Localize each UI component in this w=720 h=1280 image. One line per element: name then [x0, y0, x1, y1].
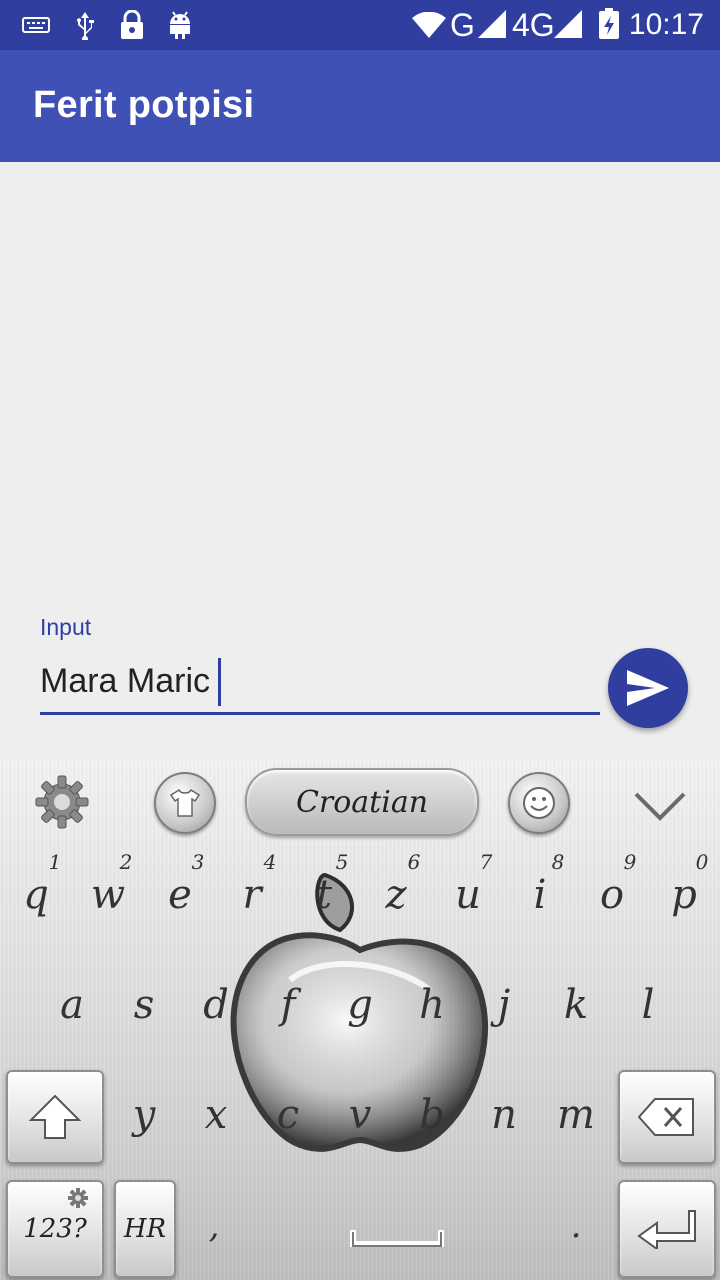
key-s[interactable]: s: [108, 982, 180, 1028]
key-g[interactable]: g: [324, 982, 396, 1028]
wifi-icon: [412, 12, 446, 38]
key-f[interactable]: f: [252, 982, 324, 1028]
hide-keyboard-chevron-icon[interactable]: [632, 790, 688, 824]
key-q[interactable]: q: [0, 872, 72, 918]
text-caret: [218, 658, 221, 706]
battery-charging-icon: [599, 8, 619, 39]
android-icon: [170, 11, 190, 39]
key-v[interactable]: v: [324, 1092, 396, 1138]
send-button[interactable]: [608, 648, 688, 728]
key-hint-number: 7: [479, 850, 493, 874]
settings-small-gear-icon: [68, 1188, 88, 1208]
enter-key[interactable]: [618, 1180, 716, 1278]
key-h[interactable]: h: [396, 982, 468, 1028]
signal-icon: [554, 10, 582, 38]
backspace-key[interactable]: [618, 1070, 716, 1164]
app-title: Ferit potpisi: [33, 84, 255, 126]
lock-icon: [121, 10, 143, 39]
key-i[interactable]: i: [504, 872, 576, 918]
key-hint-number: 5: [335, 850, 349, 874]
key-period[interactable]: .: [540, 1206, 612, 1246]
key-hint-number: 0: [695, 850, 709, 874]
key-hint-number: 8: [551, 850, 565, 874]
key-y[interactable]: y: [108, 1092, 180, 1138]
key-hint-number: 6: [407, 850, 421, 874]
app-bar: Ferit potpisi: [0, 50, 720, 162]
key-hint-number: 4: [263, 850, 277, 874]
network-type-g: G: [450, 7, 475, 43]
smiley-icon: [523, 787, 555, 819]
language-selector[interactable]: Croatian: [245, 768, 479, 836]
settings-gear-icon[interactable]: [34, 774, 90, 830]
key-k[interactable]: k: [540, 982, 612, 1028]
key-m[interactable]: m: [540, 1092, 612, 1138]
backspace-icon: [637, 1098, 694, 1136]
usb-icon: [77, 12, 94, 40]
enter-arrow-icon: [637, 1210, 696, 1249]
theme-button[interactable]: [154, 772, 216, 834]
key-b[interactable]: b: [396, 1092, 468, 1138]
emoji-button[interactable]: [508, 772, 570, 834]
key-comma[interactable]: ,: [178, 1206, 250, 1246]
key-o[interactable]: o: [576, 872, 648, 918]
key-t[interactable]: t: [288, 872, 360, 918]
key-n[interactable]: n: [468, 1092, 540, 1138]
shift-arrow-icon: [29, 1094, 81, 1139]
key-u[interactable]: u: [432, 872, 504, 918]
symbols-key[interactable]: 123?: [6, 1180, 104, 1278]
key-a[interactable]: a: [36, 982, 108, 1028]
key-z[interactable]: z: [360, 872, 432, 918]
language-switch-key[interactable]: HR: [114, 1180, 176, 1278]
key-d[interactable]: d: [180, 982, 252, 1028]
key-j[interactable]: j: [468, 982, 540, 1028]
key-hint-number: 1: [48, 850, 62, 874]
shift-key[interactable]: [6, 1070, 104, 1164]
key-hint-number: 9: [623, 850, 637, 874]
signal-icon: [478, 10, 506, 38]
key-e[interactable]: e: [144, 872, 216, 918]
key-hint-number: 3: [191, 850, 205, 874]
clock: 10:17: [628, 8, 704, 41]
network-type-4g: 4G: [512, 7, 555, 43]
key-x[interactable]: x: [180, 1092, 252, 1138]
key-l[interactable]: l: [612, 982, 684, 1028]
send-icon: [627, 670, 669, 706]
key-r[interactable]: r: [216, 872, 288, 918]
spacebar-icon[interactable]: [350, 1228, 444, 1250]
status-bar: G 4G 10:17: [0, 0, 720, 50]
key-p[interactable]: p: [648, 872, 720, 918]
key-c[interactable]: c: [252, 1092, 324, 1138]
keyboard-icon: [22, 17, 50, 33]
name-input[interactable]: [40, 650, 600, 715]
input-label: Input: [40, 614, 92, 640]
key-hint-number: 2: [119, 850, 133, 874]
key-w[interactable]: w: [72, 872, 144, 918]
tshirt-icon: [170, 789, 200, 817]
